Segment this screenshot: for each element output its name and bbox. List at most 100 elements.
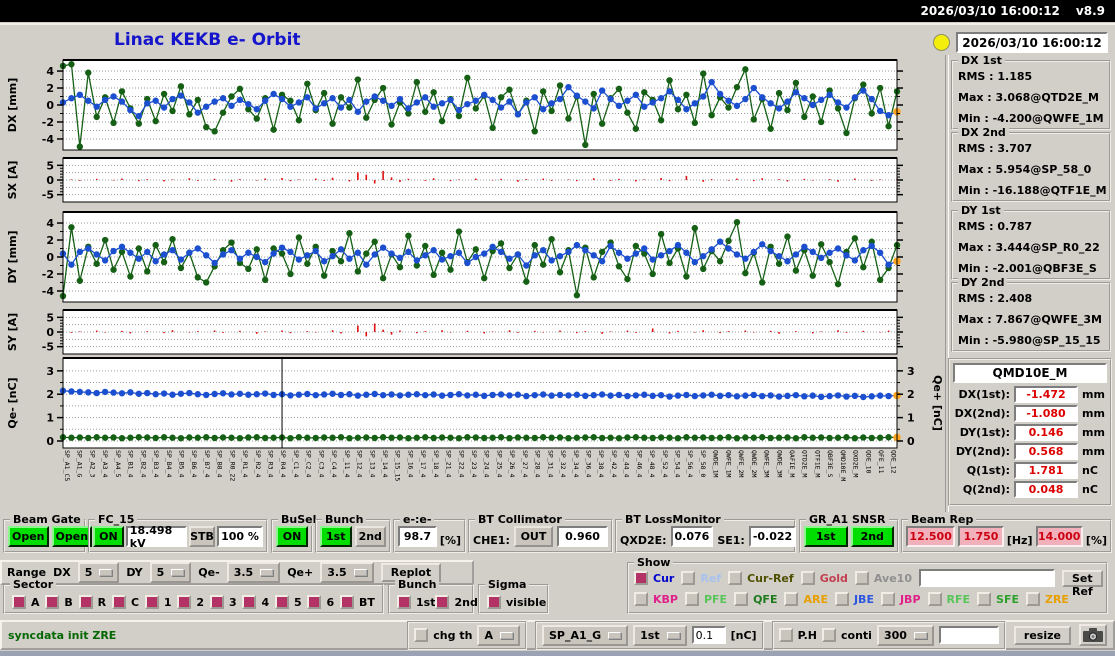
ee-ratio-value: 98.7 xyxy=(398,526,437,547)
resize-button[interactable]: resize xyxy=(1013,625,1071,645)
sector-checkbox-bt[interactable] xyxy=(340,595,354,609)
show-label: KBP xyxy=(653,592,678,606)
fc15-on-button[interactable]: ON xyxy=(93,526,124,547)
titlebar-datetime: 2026/03/10 16:00:12 xyxy=(920,4,1060,18)
show-checkbox-are[interactable] xyxy=(784,592,799,606)
sector-checkbox-a[interactable] xyxy=(12,595,26,609)
bunch-1st-button[interactable]: 1st xyxy=(320,526,352,547)
show-checkbox-sfe[interactable] xyxy=(977,592,992,606)
bunch-filter-checkbox-1st[interactable] xyxy=(397,595,411,609)
sector-checkbox-r[interactable] xyxy=(78,595,93,609)
range-dy-select[interactable]: 5 xyxy=(149,562,192,583)
window-edge xyxy=(0,23,1115,25)
busel-on-button[interactable]: ON xyxy=(276,526,308,547)
beam-rep-hz-unit: [Hz] xyxy=(1006,534,1033,547)
svg-text:2: 2 xyxy=(46,82,54,95)
chg-th-checkbox[interactable] xyxy=(414,628,429,642)
th-sector-value: A xyxy=(484,628,493,642)
fc15-title: FC_15 xyxy=(95,513,138,526)
th-sector-select[interactable]: A xyxy=(477,624,520,646)
sigma-item: visible xyxy=(487,595,546,609)
set-ref-button[interactable]: Set Ref xyxy=(1061,569,1103,598)
sector-checkbox-c[interactable] xyxy=(111,595,126,609)
bpm-label: SP_27_4 xyxy=(520,450,529,478)
show-checkbox-cur-ref[interactable] xyxy=(728,571,743,585)
range-qep-select[interactable]: 3.5 xyxy=(320,562,374,583)
bunch-2nd-button[interactable]: 2nd xyxy=(354,526,386,547)
show-checkbox-jbe[interactable] xyxy=(834,592,849,606)
monitor-row-unit: nC xyxy=(1082,464,1098,477)
show-label: JBP xyxy=(899,592,921,606)
bpm-label: SP_54_4 xyxy=(673,450,682,478)
show-item: PFE xyxy=(684,592,727,606)
sector-checkbox-3[interactable] xyxy=(209,595,224,609)
show-checkbox-cur[interactable] xyxy=(634,571,648,585)
show-label: Gold xyxy=(819,571,848,585)
bpm-label: SP_B5_4 xyxy=(177,450,186,478)
bpm-select[interactable]: SP_A1_G xyxy=(541,624,629,646)
bpm-label: SP_B6_4 xyxy=(190,450,199,478)
svg-text:3: 3 xyxy=(46,365,54,378)
threshold-input[interactable] xyxy=(691,626,726,644)
bunch-filter-checkbox-2nd[interactable] xyxy=(435,595,450,609)
bpm-label: SP_15_15 xyxy=(393,450,402,482)
sector-item: A xyxy=(12,595,40,609)
show-checkbox-jbp[interactable] xyxy=(880,592,895,606)
bpm-label: SP_56_4 xyxy=(686,450,695,478)
status-bar: syncdata init ZRE chg th A SP_A1_G 1st [… xyxy=(0,620,1115,650)
count-select[interactable]: 300 xyxy=(876,624,934,646)
fc15-stb-button[interactable]: STB xyxy=(189,526,215,547)
sector-checkbox-6[interactable] xyxy=(307,595,322,609)
svg-text:Qe- [nC]: Qe- [nC] xyxy=(6,377,19,428)
sector-checkbox-1[interactable] xyxy=(144,595,159,609)
gr-snsr-2nd-button[interactable]: 2nd xyxy=(850,526,894,547)
dropdown-dash-icon xyxy=(608,631,622,639)
sector-label: 4 xyxy=(261,595,270,609)
show-checkbox-zre[interactable] xyxy=(1025,592,1040,606)
monitor-row-label: Q(1st): xyxy=(966,464,1010,477)
svg-text:5: 5 xyxy=(46,311,54,324)
show-checkbox-rfe[interactable] xyxy=(927,592,942,606)
sector-item: 5 xyxy=(274,595,302,609)
monitor-row-label: DY(2nd): xyxy=(955,445,1010,458)
bt-lossmonitor-title: BT LossMonitor xyxy=(622,513,724,526)
bpm-label: QWDE_3M xyxy=(775,450,784,478)
show-checkbox-pfe[interactable] xyxy=(684,592,699,606)
gr-snsr-group: GR_A1 SNSR 1st 2nd xyxy=(799,513,899,553)
sector-label: R xyxy=(97,595,107,609)
sigma-checkbox-visible[interactable] xyxy=(487,595,501,609)
bpm-label: SP_25_4 xyxy=(495,450,504,478)
show-checkbox-ave10[interactable] xyxy=(854,571,869,585)
stats-row: RMS : 1.185 xyxy=(958,70,1033,83)
beam-gate-open-1-button[interactable]: Open xyxy=(8,526,49,547)
ref-input[interactable] xyxy=(918,569,1055,587)
bpm-label: SP_R3_4 xyxy=(266,450,275,478)
beam-gate-open-2-button[interactable]: Open xyxy=(51,526,93,547)
gr-snsr-1st-button[interactable]: 1st xyxy=(804,526,848,547)
show-item: JBE xyxy=(834,592,874,606)
sector-item: 4 xyxy=(242,595,269,609)
sector-checkbox-2[interactable] xyxy=(177,595,192,609)
threshold-unit: [nC] xyxy=(730,628,757,642)
sector-checkbox-5[interactable] xyxy=(274,595,289,609)
range-dx-select[interactable]: 5 xyxy=(77,562,120,583)
camera-button[interactable] xyxy=(1079,624,1107,646)
range-qem-select[interactable]: 3.5 xyxy=(226,562,281,583)
sector-checkbox-b[interactable] xyxy=(45,595,60,609)
bunch-order-select[interactable]: 1st xyxy=(633,624,687,646)
show-checkbox-qfe[interactable] xyxy=(734,592,749,606)
ph-checkbox[interactable] xyxy=(778,628,793,642)
show-checkbox-gold[interactable] xyxy=(800,571,815,585)
extra-input[interactable] xyxy=(938,626,999,644)
svg-text:5: 5 xyxy=(46,159,54,172)
bpm-label: QFE_11 xyxy=(877,450,885,474)
sector-checkbox-4[interactable] xyxy=(242,595,257,609)
svg-text:0: 0 xyxy=(46,435,54,448)
show-checkbox-ref[interactable] xyxy=(681,571,696,585)
sector-item: 1 xyxy=(144,595,172,609)
page-title: Linac KEKB e- Orbit xyxy=(114,30,301,50)
che1-out-button[interactable]: OUT xyxy=(513,526,554,547)
conti-checkbox[interactable] xyxy=(822,628,837,642)
bpm-label: QTD2E_M xyxy=(800,450,809,478)
show-checkbox-kbp[interactable] xyxy=(634,592,648,606)
